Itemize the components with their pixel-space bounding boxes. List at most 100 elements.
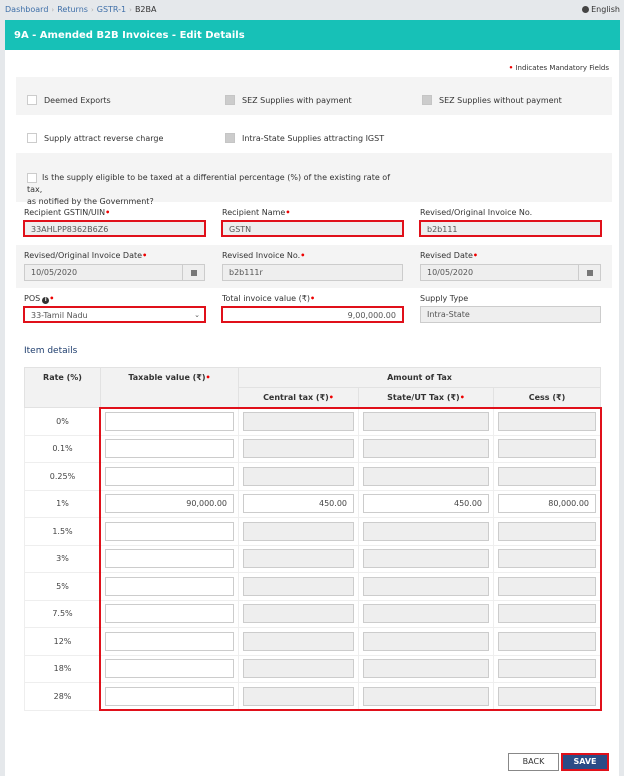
taxable-input[interactable]: ​ [105,576,234,596]
central-input[interactable]: ​ [243,686,354,706]
taxable-cell: ​ [100,654,239,683]
taxable-cell: ​ [100,544,239,573]
total-invoice-value-label: Total invoice value (₹)• [222,294,316,303]
taxable-cell: ​ [100,627,239,656]
state-input[interactable]: ​ [363,604,489,624]
cess-input[interactable]: ​ [498,659,596,679]
orig-invoice-no-field[interactable]: b2b111 [419,220,602,237]
cess-input[interactable]: ​ [498,604,596,624]
breadcrumb-dashboard[interactable]: Dashboard [5,5,48,14]
central-input[interactable]: ​ [243,549,354,569]
table-row: 1.5%​​​​ [24,517,601,546]
state-input[interactable]: ​ [363,411,489,431]
central-input[interactable]: ​ [243,439,354,459]
taxable-input[interactable]: ​ [105,439,234,459]
header-taxable: Taxable value (₹)• [100,367,239,408]
reverse-charge-checkbox[interactable]: Supply attract reverse charge [27,133,163,143]
checkbox-box[interactable] [422,95,432,105]
taxable-input[interactable]: ​ [105,549,234,569]
cess-input[interactable]: ​ [498,576,596,596]
top-bar: Dashboard › Returns › GSTR-1 › B2BA English [0,0,624,20]
recipient-name-field[interactable]: GSTN [221,220,404,237]
revised-date-field[interactable]: 10/05/2020 [420,264,601,281]
central-input[interactable]: ​ [243,466,354,486]
rate-cell: 3% [24,544,101,573]
central-input[interactable]: ​ [243,604,354,624]
sez-without-payment-checkbox[interactable]: SEZ Supplies without payment [422,95,562,105]
state-input[interactable]: ​ [363,631,489,651]
checkbox-box[interactable] [27,95,37,105]
pos-select[interactable]: 33-Tamil Nadu ⌄ [23,306,206,323]
language-selector[interactable]: English [582,5,620,14]
central-input[interactable]: 450.00 [243,494,354,514]
taxable-input[interactable]: ​ [105,659,234,679]
cess-cell: ​ [493,517,601,546]
orig-invoice-date-field[interactable]: 10/05/2020 [24,264,205,281]
differential-percentage-checkbox[interactable]: Is the supply eligible to be taxed at a … [27,172,407,208]
breadcrumb-returns[interactable]: Returns [57,5,88,14]
supply-type-label: Supply Type [420,294,469,303]
cess-input[interactable]: 80,000.00 [498,494,596,514]
date-value: 10/05/2020 [427,268,474,277]
total-invoice-value-field[interactable]: 9,00,000.00 [221,306,404,323]
rate-cell: 0% [24,407,101,436]
state-cell: ​ [358,654,494,683]
deemed-exports-checkbox[interactable]: Deemed Exports [27,95,111,105]
revised-invoice-no-field[interactable]: b2b111r [222,264,403,281]
checkbox-label: Supply attract reverse charge [44,133,164,143]
central-input[interactable]: ​ [243,521,354,541]
rate-cell: 7.5% [24,599,101,628]
taxable-input[interactable]: ​ [105,631,234,651]
taxable-input[interactable]: ​ [105,604,234,624]
calendar-icon[interactable] [578,265,600,280]
cess-input[interactable]: ​ [498,631,596,651]
taxable-input[interactable]: ​ [105,686,234,706]
central-input[interactable]: ​ [243,576,354,596]
central-input[interactable]: ​ [243,411,354,431]
state-input[interactable]: ​ [363,576,489,596]
pos-value: 33-Tamil Nadu [31,311,88,320]
state-input[interactable]: ​ [363,439,489,459]
header-amount-of-tax: Amount of Tax [238,367,601,388]
checkbox-box[interactable] [27,133,37,143]
cess-input[interactable]: ​ [498,686,596,706]
state-input[interactable]: 450.00 [363,494,489,514]
cess-cell: 80,000.00 [493,489,601,518]
checkbox-box[interactable] [225,133,235,143]
taxable-input[interactable]: 90,000.00 [105,494,234,514]
recipient-gstin-field[interactable]: 33AHLPP8362B6Z6 [23,220,206,237]
state-input[interactable]: ​ [363,659,489,679]
back-button[interactable]: BACK [508,753,559,771]
date-value: 10/05/2020 [31,268,78,277]
cess-input[interactable]: ​ [498,466,596,486]
central-input[interactable]: ​ [243,659,354,679]
central-input[interactable]: ​ [243,631,354,651]
breadcrumb-gstr1[interactable]: GSTR-1 [97,5,126,14]
cess-input[interactable]: ​ [498,549,596,569]
table-row: 28%​​​​ [24,682,601,711]
taxable-input[interactable]: ​ [105,466,234,486]
supply-type-field: Intra-State [420,306,601,323]
taxable-input[interactable]: ​ [105,411,234,431]
header-state: State/UT Tax (₹)• [358,387,494,408]
state-cell: ​ [358,462,494,491]
state-cell: ​ [358,572,494,601]
cess-cell: ​ [493,462,601,491]
calendar-icon[interactable] [182,265,204,280]
state-input[interactable]: ​ [363,549,489,569]
checkbox-box[interactable] [27,173,37,183]
cess-input[interactable]: ​ [498,411,596,431]
save-button[interactable]: SAVE [561,753,609,771]
checkbox-box[interactable] [225,95,235,105]
item-details-title: Item details [24,346,78,356]
rate-cell: 0.25% [24,462,101,491]
breadcrumb: Dashboard › Returns › GSTR-1 › B2BA [5,5,156,14]
state-input[interactable]: ​ [363,686,489,706]
state-input[interactable]: ​ [363,521,489,541]
taxable-input[interactable]: ​ [105,521,234,541]
intra-state-igst-checkbox[interactable]: Intra-State Supplies attracting IGST [225,133,384,143]
state-input[interactable]: ​ [363,466,489,486]
cess-input[interactable]: ​ [498,439,596,459]
cess-input[interactable]: ​ [498,521,596,541]
sez-with-payment-checkbox[interactable]: SEZ Supplies with payment [225,95,352,105]
